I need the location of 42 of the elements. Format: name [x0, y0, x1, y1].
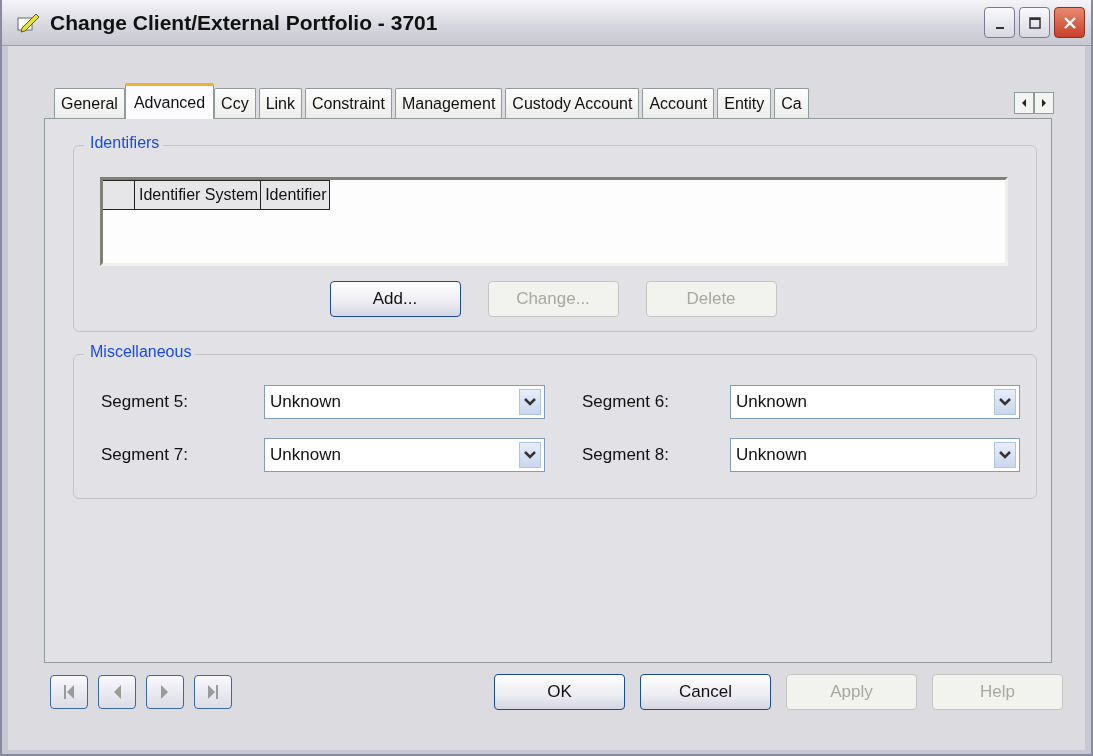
tab[interactable]: Constraint	[305, 88, 392, 118]
dropdown-field[interactable]: Unknown	[730, 385, 1020, 419]
tab[interactable]: Management	[394, 88, 503, 118]
field-label: Segment 6:	[582, 392, 670, 412]
scroll-left-button[interactable]	[1014, 92, 1034, 114]
next-record-button[interactable]	[146, 675, 184, 709]
dropdown-field[interactable]: Unknown	[264, 385, 545, 419]
dialog-button[interactable]: OK	[494, 674, 625, 710]
column-header[interactable]: Identifier	[261, 180, 330, 210]
last-icon	[206, 683, 220, 701]
tab[interactable]: Account	[642, 88, 715, 118]
minimize-icon	[995, 26, 1004, 29]
maximize-button[interactable]	[1019, 7, 1050, 38]
tab[interactable]: Custody Account	[505, 88, 640, 118]
row-header-cell	[103, 180, 135, 210]
pencil-icon	[16, 11, 40, 34]
dropdown-field[interactable]: Unknown	[730, 438, 1020, 472]
first-icon	[62, 683, 76, 701]
tab[interactable]: Entity	[717, 88, 772, 118]
previous-record-button[interactable]	[98, 675, 136, 709]
dialog-button[interactable]: Cancel	[640, 674, 771, 710]
window-title: Change Client/External Portfolio - 3701	[50, 10, 439, 35]
action-button[interactable]: Add...	[329, 281, 461, 317]
dropdown-field[interactable]: Unknown	[264, 438, 545, 472]
left-arrow-icon	[1020, 98, 1028, 108]
scroll-right-button[interactable]	[1034, 92, 1054, 114]
first-record-button[interactable]	[50, 675, 88, 709]
last-record-button[interactable]	[194, 675, 232, 709]
close-icon	[1062, 15, 1077, 30]
tab[interactable]: Ccy	[214, 88, 256, 118]
minimize-button[interactable]	[984, 7, 1015, 38]
tab[interactable]: General	[54, 88, 125, 118]
tab[interactable]: Advanced	[124, 83, 215, 119]
tab[interactable]: Link	[258, 88, 302, 118]
field-label: Segment 5:	[101, 392, 189, 412]
close-button[interactable]	[1054, 7, 1085, 38]
tab[interactable]: Ca	[774, 88, 809, 118]
right-arrow-icon	[1040, 98, 1048, 108]
column-header[interactable]: Identifier System	[135, 180, 262, 210]
field-label: Segment 7:	[101, 445, 189, 465]
maximize-icon	[1027, 15, 1042, 30]
field-label: Segment 8:	[582, 445, 670, 465]
